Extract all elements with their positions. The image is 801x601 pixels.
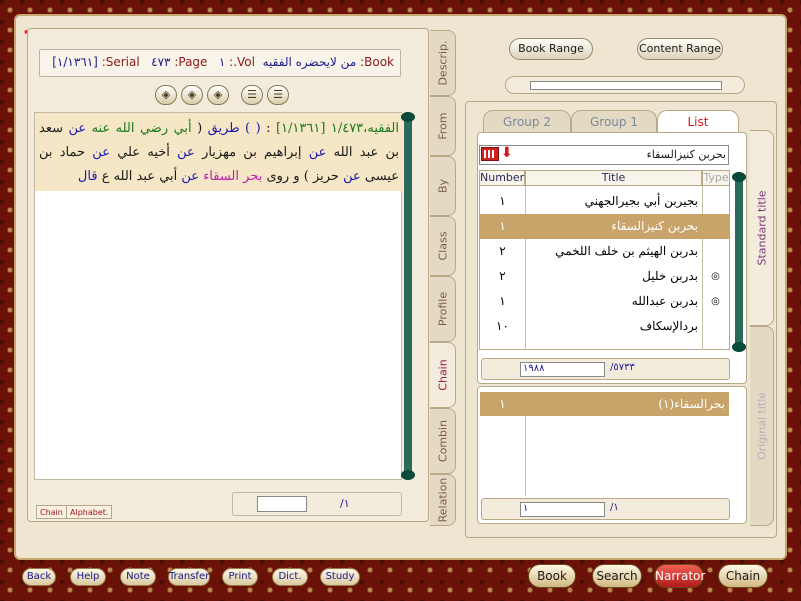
tool-1-icon[interactable]: ◈ — [155, 85, 177, 105]
vol-label: Vol.: — [229, 55, 255, 69]
vol-value: ١ — [218, 55, 226, 69]
nav-chain-button[interactable]: Chain — [718, 564, 768, 588]
tab-relation[interactable]: Relation — [430, 474, 456, 526]
header-number[interactable]: Number — [479, 170, 525, 186]
tab-descrip[interactable]: Descrip. — [430, 30, 456, 96]
hadith-ref: الفقيه،١/٤٧٣ [١/١٣٦١] — [275, 121, 399, 136]
tab-list[interactable]: List — [657, 110, 739, 132]
tool-2-icon[interactable]: ◈ — [181, 85, 203, 105]
range-track[interactable] — [530, 81, 722, 90]
book-range-button[interactable]: Book Range — [509, 38, 593, 60]
tab-from[interactable]: From — [430, 96, 456, 156]
book-value: من لايحضره الفقيه — [262, 55, 357, 69]
help-button[interactable]: Help — [70, 568, 106, 586]
serial-label: Serial: — [101, 55, 140, 69]
tab-class[interactable]: Class — [430, 216, 456, 276]
text-toolbar: ◈ ◈ ◈ ☰ ☰ — [155, 82, 289, 108]
type-icon: ◎ — [711, 271, 720, 282]
nav-narrator-button[interactable]: Narrator — [654, 564, 705, 588]
tab-by[interactable]: By — [430, 156, 456, 216]
keyboard-icon[interactable] — [481, 147, 499, 161]
tool-4-icon[interactable]: ☰ — [241, 85, 263, 105]
tool-5-icon[interactable]: ☰ — [267, 85, 289, 105]
hadith-text: الفقيه،١/٤٧٣ [١/١٣٦١] : ( ) طريق ( أبي ر… — [39, 121, 400, 184]
book-info-strip: Book: من لايحضره الفقيه Vol.: ١ Page: ٤٧… — [39, 49, 401, 77]
table-header: Number Title Type — [479, 170, 730, 186]
original-pager — [481, 498, 730, 520]
header-title[interactable]: Title — [525, 170, 702, 186]
tool-3-icon[interactable]: ◈ — [207, 85, 229, 105]
nav-book-button[interactable]: Book — [528, 564, 576, 588]
print-button[interactable]: Print — [222, 568, 258, 586]
content-range-button[interactable]: Content Range — [637, 38, 723, 60]
original-total: /١ — [610, 502, 619, 513]
list-position-input[interactable]: ١٩٨٨ — [520, 362, 605, 377]
col-divider — [525, 416, 526, 496]
text-scrollbar[interactable] — [401, 112, 415, 480]
page-label: Page: — [174, 55, 208, 69]
table-row[interactable]: ١٠ بردالإسكاف — [480, 314, 729, 339]
tab-group1[interactable]: Group 1 — [571, 110, 657, 132]
tab-chain[interactable]: Chain — [430, 342, 456, 408]
type-icon: ◎ — [711, 296, 720, 307]
header-type[interactable]: Type — [702, 170, 730, 186]
page-value: ٤٧٣ — [151, 55, 171, 69]
book-label: Book: — [360, 55, 394, 69]
tab-standard-title[interactable]: Standard title — [750, 130, 774, 326]
original-row-selected[interactable]: ١ بحرالسقاء(١) — [480, 392, 729, 416]
page-total: /١ — [340, 497, 350, 510]
note-button[interactable]: Note — [120, 568, 156, 586]
table-row-selected[interactable]: ١ بحربن كنيزالسقاء — [480, 214, 729, 239]
nav-search-button[interactable]: Search — [592, 564, 642, 588]
page-input[interactable] — [257, 496, 307, 512]
tab-chain-mini[interactable]: Chain — [36, 505, 67, 519]
table-row[interactable]: ٢ بدربن الهيثم بن خلف اللخمي — [480, 239, 729, 264]
tab-combin[interactable]: Combin — [430, 408, 456, 474]
arrow-down-icon[interactable]: ⬇ — [501, 145, 513, 161]
hadith-text-area[interactable]: الفقيه،١/٤٧٣ [١/١٣٦١] : ( ) طريق ( أبي ر… — [34, 112, 403, 480]
transfer-button[interactable]: Transfer — [168, 568, 210, 586]
list-counter — [481, 358, 730, 380]
serial-value: [١/١٣٦١] — [52, 55, 98, 69]
tab-profile[interactable]: Profile — [430, 276, 456, 342]
table-row[interactable]: ١ بدربن عبدالله ◎ — [480, 289, 729, 314]
original-position-input[interactable]: ١ — [520, 502, 605, 517]
search-value: بحربن كنيزالسقاء — [646, 148, 726, 161]
table-row[interactable]: ٢ بدربن خليل ◎ — [480, 264, 729, 289]
list-scrollbar[interactable] — [732, 172, 746, 352]
tab-original-title[interactable]: Original title — [750, 326, 774, 526]
range-slider[interactable] — [505, 76, 745, 94]
list-total: /٥٧٣٣ — [610, 362, 635, 373]
table-row[interactable]: ١ بجيربن أبي بجيرالجهني — [480, 189, 729, 214]
tab-group2[interactable]: Group 2 — [483, 110, 571, 132]
tab-alphabet-mini[interactable]: Alphabet. — [66, 505, 113, 519]
dict-button[interactable]: Dict. — [272, 568, 308, 586]
back-button[interactable]: Back — [22, 568, 56, 586]
study-button[interactable]: Study — [320, 568, 360, 586]
